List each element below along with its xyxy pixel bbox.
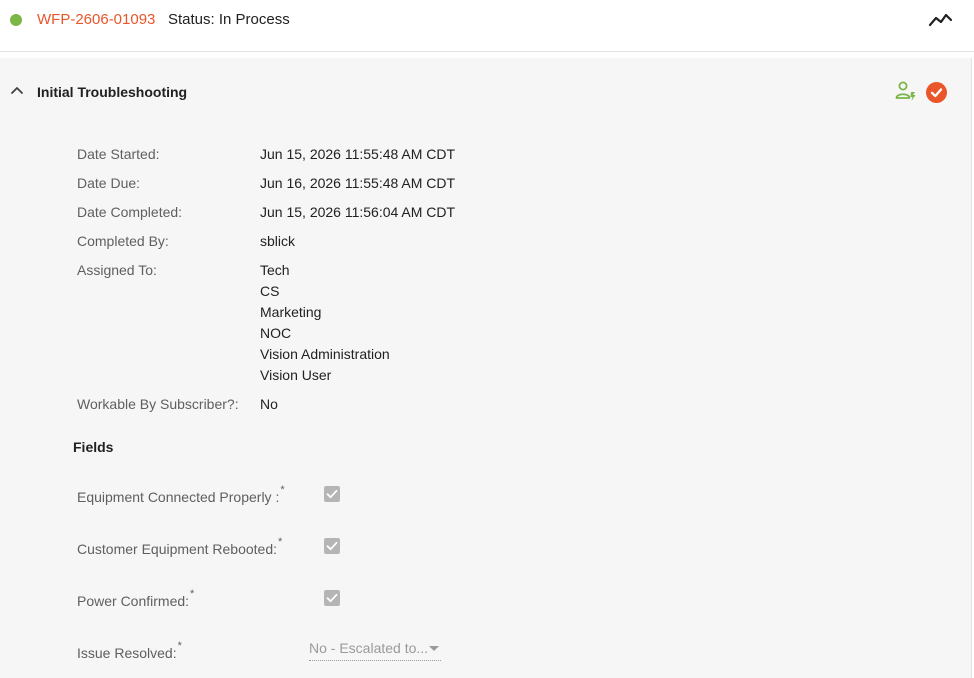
user-action-icon[interactable] [894, 80, 918, 104]
field-label-power-confirmed: Power Confirmed:* [77, 588, 194, 609]
status-indicator-dot [10, 14, 22, 26]
completed-by-label: Completed By: [77, 233, 169, 249]
work-order-id-link[interactable]: WFP-2606-01093 [37, 11, 155, 28]
equipment-rebooted-checkbox[interactable] [324, 538, 340, 554]
task-title: Initial Troubleshooting [37, 84, 188, 100]
required-marker: * [280, 484, 285, 496]
field-label-equipment-connected: Equipment Connected Properly :* [77, 484, 285, 505]
field-label-text: Issue Resolved: [77, 645, 177, 661]
assigned-to-item: Vision Administration [260, 346, 390, 362]
issue-resolved-select[interactable]: No - Escalated to... [309, 638, 441, 661]
trend-line-icon[interactable] [928, 10, 954, 30]
assigned-to-label: Assigned To: [77, 262, 157, 278]
date-completed-value: Jun 15, 2026 11:56:04 AM CDT [260, 204, 456, 220]
field-label-issue-resolved: Issue Resolved:* [77, 640, 182, 661]
assigned-to-item: Tech [260, 262, 290, 278]
equipment-connected-checkbox[interactable] [324, 486, 340, 502]
required-marker: * [190, 588, 195, 600]
assigned-to-item: Vision User [260, 367, 332, 383]
power-confirmed-checkbox[interactable] [324, 590, 340, 606]
work-order-header: WFP-2606-01093 Status: In Process [0, 0, 974, 52]
dropdown-caret-icon [429, 646, 439, 651]
work-order-status: Status: In Process [168, 11, 290, 28]
workable-by-subscriber-value: No [260, 396, 278, 412]
date-due-label: Date Due: [77, 175, 141, 191]
field-label-text: Equipment Connected Properly : [77, 489, 280, 505]
issue-resolved-selected-value: No - Escalated to... [309, 640, 429, 656]
check-circle-icon[interactable] [926, 82, 947, 103]
workable-by-subscriber-label: Workable By Subscriber?: [77, 396, 239, 412]
required-marker: * [177, 640, 182, 652]
assigned-to-item: NOC [260, 325, 292, 341]
task-panel-header[interactable]: Initial Troubleshooting [0, 58, 971, 126]
fields-heading: Fields [73, 439, 114, 455]
field-label-equipment-rebooted: Customer Equipment Rebooted:* [77, 536, 282, 557]
date-due-value: Jun 16, 2026 11:55:48 AM CDT [260, 175, 456, 191]
task-panel: Initial Troubleshooting Date Started: Ju… [0, 58, 972, 678]
assigned-to-item: Marketing [260, 304, 322, 320]
completed-by-value: sblick [260, 233, 296, 249]
date-started-label: Date Started: [77, 146, 160, 162]
field-label-text: Customer Equipment Rebooted: [77, 541, 277, 557]
date-started-value: Jun 15, 2026 11:55:48 AM CDT [260, 146, 456, 162]
chevron-up-icon[interactable] [9, 83, 25, 99]
assigned-to-item: CS [260, 283, 280, 299]
date-completed-label: Date Completed: [77, 204, 183, 220]
field-label-text: Power Confirmed: [77, 593, 190, 609]
required-marker: * [278, 536, 283, 548]
assigned-to-list: Tech CS Marketing NOC Vision Administrat… [260, 260, 390, 386]
